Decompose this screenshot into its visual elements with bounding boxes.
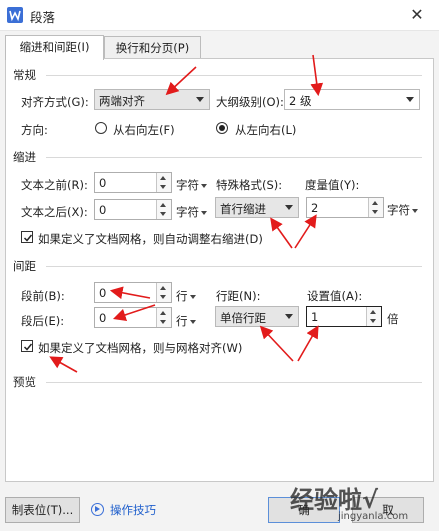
set-value-unit: 倍 bbox=[387, 312, 399, 326]
section-divider bbox=[46, 157, 422, 158]
unit-text: 字符 bbox=[176, 205, 199, 219]
section-indent-title: 缩进 bbox=[13, 150, 36, 164]
outline-level-select[interactable]: 2 级 bbox=[284, 89, 420, 110]
spin-up-icon[interactable] bbox=[160, 286, 166, 290]
line-spacing-label: 行距(N): bbox=[216, 289, 261, 303]
spinner-buttons[interactable] bbox=[156, 308, 171, 327]
spinner-buttons[interactable] bbox=[156, 283, 171, 302]
spin-up-icon[interactable] bbox=[160, 203, 166, 207]
indent-after-value: 0 bbox=[99, 203, 107, 217]
checkmark-icon bbox=[23, 234, 33, 242]
direction-label: 方向: bbox=[21, 123, 48, 137]
special-format-select[interactable]: 首行缩进 bbox=[215, 197, 299, 218]
spacing-grid-checkbox[interactable] bbox=[21, 340, 33, 352]
alignment-value: 两端对齐 bbox=[99, 94, 145, 108]
special-format-value: 首行缩进 bbox=[220, 202, 266, 216]
indent-after-unit[interactable]: 字符 bbox=[176, 204, 207, 220]
spin-up-icon[interactable] bbox=[160, 311, 166, 315]
caret-down-icon bbox=[189, 294, 196, 299]
watermark-url: jingyanla.com bbox=[338, 511, 409, 522]
play-circle-icon[interactable] bbox=[91, 503, 104, 516]
measure-spinner[interactable]: 2 bbox=[306, 197, 384, 218]
unit-text: 行 bbox=[176, 289, 188, 303]
tab-line-page-breaks[interactable]: 换行和分页(P) bbox=[104, 36, 201, 59]
checkmark-icon bbox=[23, 343, 33, 351]
indent-before-label: 文本之前(R): bbox=[21, 178, 88, 192]
title-bar bbox=[0, 0, 439, 31]
line-spacing-select[interactable]: 单倍行距 bbox=[215, 306, 299, 327]
spinner-buttons[interactable] bbox=[156, 200, 171, 219]
spin-up-icon[interactable] bbox=[370, 310, 376, 314]
special-format-label: 特殊格式(S): bbox=[216, 178, 283, 192]
spin-down-icon[interactable] bbox=[160, 185, 166, 189]
rtl-radio-label[interactable]: 从右向左(F) bbox=[113, 122, 175, 138]
indent-before-value: 0 bbox=[99, 176, 107, 190]
set-value-label: 设置值(A): bbox=[307, 289, 363, 303]
chevron-down-icon bbox=[406, 97, 414, 102]
outline-value: 2 级 bbox=[289, 94, 312, 108]
measure-unit[interactable]: 字符 bbox=[387, 202, 418, 218]
unit-text: 字符 bbox=[387, 203, 410, 217]
alignment-select[interactable]: 两端对齐 bbox=[94, 89, 210, 110]
space-after-value: 0 bbox=[99, 311, 107, 325]
measure-value: 2 bbox=[311, 201, 319, 215]
tab-indent-spacing[interactable]: 缩进和间距(I) bbox=[5, 35, 104, 60]
spin-down-icon[interactable] bbox=[370, 319, 376, 323]
space-after-unit[interactable]: 行 bbox=[176, 313, 196, 329]
spin-down-icon[interactable] bbox=[160, 212, 166, 216]
indent-after-spinner[interactable]: 0 bbox=[94, 199, 172, 220]
measure-label: 度量值(Y): bbox=[305, 178, 360, 192]
indent-before-spinner[interactable]: 0 bbox=[94, 172, 172, 193]
section-divider bbox=[46, 266, 422, 267]
section-preview-title: 预览 bbox=[13, 375, 36, 389]
spin-down-icon[interactable] bbox=[160, 320, 166, 324]
close-icon[interactable]: ✕ bbox=[405, 4, 429, 26]
spinner-buttons[interactable] bbox=[366, 307, 381, 326]
section-general-title: 常规 bbox=[13, 68, 36, 82]
tips-link[interactable]: 操作技巧 bbox=[110, 502, 156, 518]
caret-down-icon bbox=[201, 210, 207, 215]
window-title: 段落 bbox=[30, 10, 56, 25]
indent-before-unit[interactable]: 字符 bbox=[176, 177, 207, 193]
wps-writer-icon bbox=[7, 7, 23, 23]
chevron-down-icon bbox=[285, 314, 293, 319]
indent-grid-checkbox[interactable] bbox=[21, 231, 33, 243]
spin-down-icon[interactable] bbox=[160, 295, 166, 299]
indent-after-label: 文本之后(X): bbox=[21, 205, 88, 219]
chevron-down-icon bbox=[285, 205, 293, 210]
caret-down-icon bbox=[201, 183, 207, 188]
unit-text: 字符 bbox=[176, 178, 199, 192]
space-before-spinner[interactable]: 0 bbox=[94, 282, 172, 303]
spinner-buttons[interactable] bbox=[156, 173, 171, 192]
line-spacing-value: 单倍行距 bbox=[220, 311, 266, 325]
space-after-label: 段后(E): bbox=[21, 314, 65, 328]
section-spacing-title: 间距 bbox=[13, 259, 36, 273]
watermark-text: 经验啦√ bbox=[290, 486, 379, 514]
spinner-buttons[interactable] bbox=[368, 198, 383, 217]
space-before-unit[interactable]: 行 bbox=[176, 288, 196, 304]
ltr-radio[interactable] bbox=[216, 122, 228, 134]
chevron-down-icon bbox=[196, 97, 204, 102]
spin-down-icon[interactable] bbox=[372, 210, 378, 214]
caret-down-icon bbox=[189, 319, 196, 324]
alignment-label: 对齐方式(G): bbox=[21, 95, 89, 109]
outline-label: 大纲级别(O): bbox=[216, 95, 284, 109]
ltr-radio-label[interactable]: 从左向右(L) bbox=[235, 122, 296, 138]
space-before-value: 0 bbox=[99, 286, 107, 300]
space-after-spinner[interactable]: 0 bbox=[94, 307, 172, 328]
indent-grid-checkbox-label[interactable]: 如果定义了文档网格，则自动调整右缩进(D) bbox=[38, 231, 263, 247]
spacing-grid-checkbox-label[interactable]: 如果定义了文档网格，则与网格对齐(W) bbox=[38, 340, 242, 356]
section-divider bbox=[46, 75, 422, 76]
spin-up-icon[interactable] bbox=[372, 201, 378, 205]
space-before-label: 段前(B): bbox=[21, 289, 65, 303]
set-value-value: 1 bbox=[311, 310, 319, 324]
set-value-spinner[interactable]: 1 bbox=[306, 306, 382, 327]
rtl-radio[interactable] bbox=[95, 122, 107, 134]
unit-text: 行 bbox=[176, 314, 188, 328]
spin-up-icon[interactable] bbox=[160, 176, 166, 180]
section-divider bbox=[46, 382, 422, 383]
tab-stops-button[interactable]: 制表位(T)... bbox=[5, 497, 80, 523]
caret-down-icon bbox=[412, 208, 418, 213]
